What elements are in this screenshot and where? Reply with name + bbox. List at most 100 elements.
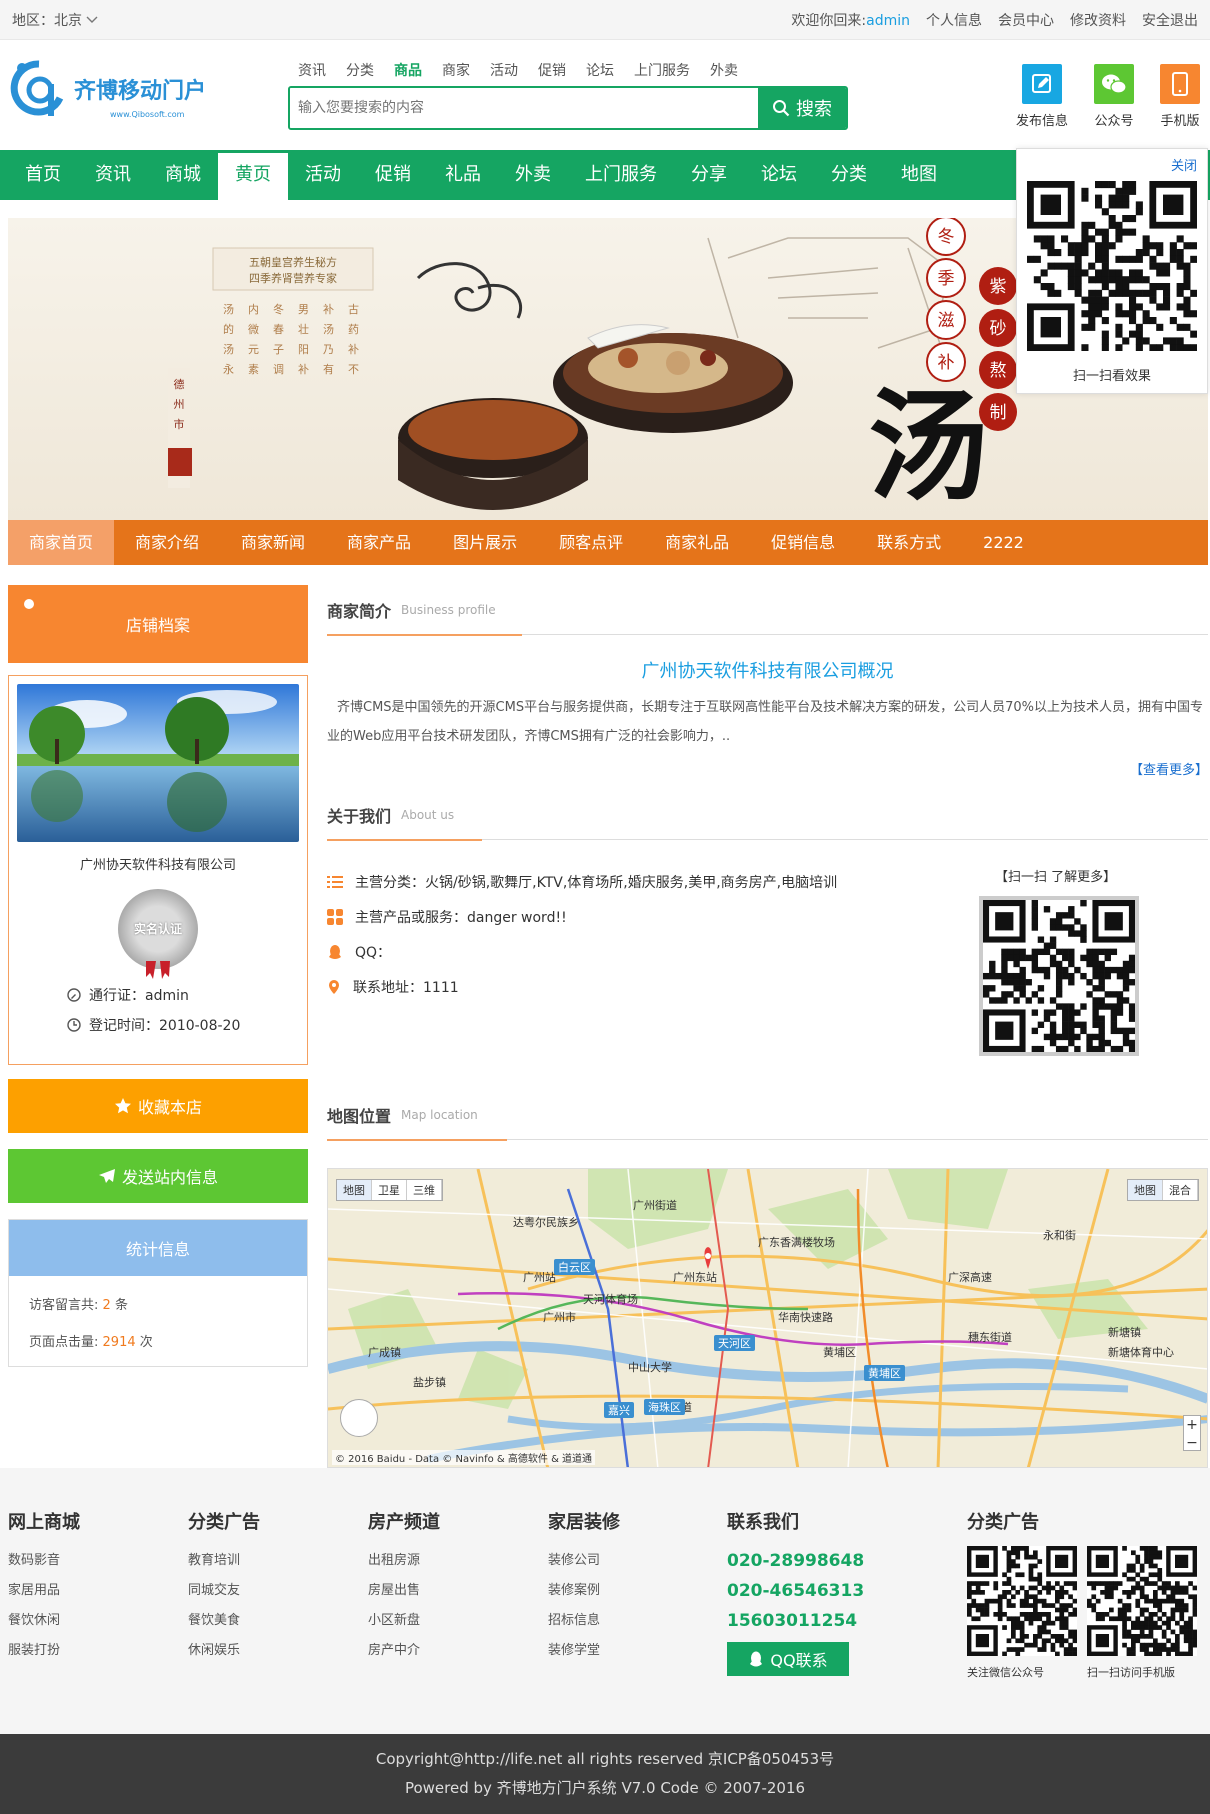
main-nav-item[interactable]: 资讯 bbox=[78, 150, 148, 200]
footer-link[interactable]: 休闲娱乐 bbox=[188, 1636, 260, 1666]
footer-link[interactable]: 房屋出售 bbox=[368, 1576, 440, 1606]
footer-link[interactable]: 小区新盘 bbox=[368, 1606, 440, 1636]
svg-text:汤: 汤 bbox=[223, 302, 234, 316]
search-category-tab[interactable]: 上门服务 bbox=[634, 60, 690, 82]
svg-text:补: 补 bbox=[298, 363, 309, 376]
grid-icon bbox=[327, 908, 343, 925]
member-center-link[interactable]: 会员中心 bbox=[998, 10, 1054, 30]
search-category-tab[interactable]: 分类 bbox=[346, 60, 374, 82]
search-input[interactable] bbox=[290, 88, 758, 128]
shop-nav-item[interactable]: 联系方式 bbox=[856, 520, 962, 565]
shop-nav-item[interactable]: 商家首页 bbox=[8, 520, 115, 565]
region-selector[interactable]: 地区：北京 bbox=[12, 10, 98, 30]
mobile-version-button[interactable]: 手机版 bbox=[1160, 64, 1200, 129]
footer-link[interactable]: 家居用品 bbox=[8, 1576, 80, 1606]
svg-text:乃: 乃 bbox=[323, 343, 334, 356]
qr-caption: 扫一扫看效果 bbox=[1072, 369, 1151, 384]
shop-nav-item[interactable]: 2222 bbox=[962, 520, 1045, 565]
search-category-tab[interactable]: 活动 bbox=[490, 60, 518, 82]
main-nav-item[interactable]: 商城 bbox=[148, 150, 218, 200]
qq-contact-button[interactable]: QQ联系 bbox=[727, 1642, 849, 1676]
username-link[interactable]: admin bbox=[866, 13, 910, 29]
main-nav-item[interactable]: 外卖 bbox=[498, 150, 568, 200]
wechat-button[interactable]: 公众号 bbox=[1094, 64, 1134, 129]
qr-close-link[interactable]: 关闭 bbox=[1171, 155, 1197, 174]
qr-code-image bbox=[1027, 181, 1197, 351]
main-nav-item[interactable]: 分类 bbox=[814, 150, 884, 200]
view-more-link[interactable]: 【查看更多】 bbox=[1130, 763, 1208, 778]
shop-nav-item[interactable]: 商家介绍 bbox=[114, 520, 220, 565]
search-category-tab[interactable]: 资讯 bbox=[298, 60, 326, 82]
footer-link[interactable]: 装修公司 bbox=[548, 1546, 620, 1576]
about-qr-code bbox=[983, 900, 1136, 1053]
shop-archive-button[interactable]: 店铺档案 bbox=[8, 585, 308, 663]
main-nav-item[interactable]: 礼品 bbox=[428, 150, 498, 200]
passport-row: 通行证：admin bbox=[17, 985, 299, 1005]
map-place-label: 永和街 bbox=[1043, 1229, 1076, 1242]
shop-nav-item[interactable]: 商家产品 bbox=[326, 520, 432, 565]
search-category-tab[interactable]: 促销 bbox=[538, 60, 566, 82]
map-place-label: 达粤尔民族乡 bbox=[513, 1216, 579, 1229]
footer-link[interactable]: 招标信息 bbox=[548, 1606, 620, 1636]
copyright-line-1: Copyright@http://life.net all rights res… bbox=[375, 1750, 835, 1768]
map-section-title: 地图位置 Map location bbox=[327, 1090, 1208, 1141]
publish-info-button[interactable]: 发布信息 bbox=[1016, 64, 1068, 129]
shop-profile-card: 广州协天软件科技有限公司 实名认证 通行证：admin 登记时间：2010-08… bbox=[8, 675, 308, 1065]
shop-nav-item[interactable]: 图片展示 bbox=[432, 520, 538, 565]
map-zoom-control[interactable]: + − bbox=[1183, 1415, 1201, 1451]
search-icon bbox=[773, 100, 790, 117]
main-nav-item[interactable]: 首页 bbox=[8, 150, 78, 200]
svg-text:制: 制 bbox=[990, 403, 1007, 423]
main-nav-item[interactable]: 论坛 bbox=[744, 150, 814, 200]
shop-nav-item[interactable]: 商家新闻 bbox=[220, 520, 326, 565]
footer-link[interactable]: 教育培训 bbox=[188, 1546, 260, 1576]
svg-text:冬: 冬 bbox=[273, 302, 284, 316]
shop-photo bbox=[17, 684, 299, 842]
map-pan-control[interactable] bbox=[340, 1399, 378, 1437]
main-nav-item[interactable]: 黄页 bbox=[218, 150, 288, 200]
map-district-label: 海珠区 bbox=[644, 1399, 685, 1415]
map-place-label: 广东香满楼牧场 bbox=[758, 1236, 835, 1249]
map-type-control-right[interactable]: 地图 混合 bbox=[1127, 1179, 1199, 1201]
search-category-tab[interactable]: 商家 bbox=[442, 60, 470, 82]
shop-nav-item[interactable]: 促销信息 bbox=[750, 520, 856, 565]
logout-link[interactable]: 安全退出 bbox=[1142, 10, 1198, 30]
footer-link[interactable]: 装修学堂 bbox=[548, 1636, 620, 1666]
main-nav-item[interactable]: 地图 bbox=[884, 150, 954, 200]
search-category-tab[interactable]: 论坛 bbox=[586, 60, 614, 82]
location-map[interactable]: 地图 卫星 三维 地图 混合 广州市 广州站 广州东站 天河体育场 达粤尔民族乡 广州街道 广东香… bbox=[327, 1168, 1208, 1468]
passport-icon bbox=[67, 988, 81, 1002]
map-type-control-left[interactable]: 地图 卫星 三维 bbox=[336, 1179, 443, 1201]
mobile-qr-code bbox=[1087, 1546, 1198, 1657]
footer-link[interactable]: 出租房源 bbox=[368, 1546, 440, 1576]
svg-text:季: 季 bbox=[938, 269, 955, 289]
main-nav-item[interactable]: 分享 bbox=[674, 150, 744, 200]
phone-3: 15603011254 bbox=[727, 1611, 858, 1631]
shop-nav-item[interactable]: 商家礼品 bbox=[644, 520, 750, 565]
footer-link[interactable]: 同城交友 bbox=[188, 1576, 260, 1606]
search-button[interactable]: 搜索 bbox=[758, 88, 846, 128]
footer-link[interactable]: 服装打扮 bbox=[8, 1636, 80, 1666]
send-message-button[interactable]: 发送站内信息 bbox=[8, 1149, 308, 1203]
list-icon bbox=[327, 875, 343, 888]
footer-link[interactable]: 餐饮美食 bbox=[188, 1606, 260, 1636]
main-nav-item[interactable]: 上门服务 bbox=[568, 150, 674, 200]
intro-section-title: 商家简介 Business profile bbox=[327, 585, 1208, 636]
favorite-shop-button[interactable]: 收藏本店 bbox=[8, 1079, 308, 1133]
shop-nav-item[interactable]: 顾客点评 bbox=[538, 520, 644, 565]
personal-info-link[interactable]: 个人信息 bbox=[926, 10, 982, 30]
edit-profile-link[interactable]: 修改资料 bbox=[1070, 10, 1126, 30]
footer-link[interactable]: 餐饮休闲 bbox=[8, 1606, 80, 1636]
footer-qr: 分类广告 关注微信公众号 扫一扫访问手机版 bbox=[967, 1508, 1198, 1680]
footer-link[interactable]: 装修案例 bbox=[548, 1576, 620, 1606]
footer-link[interactable]: 房产中介 bbox=[368, 1636, 440, 1666]
site-logo[interactable]: 齐博移动门户 www.Qibosoft.com bbox=[10, 58, 206, 120]
search-category-tab[interactable]: 商品 bbox=[394, 60, 422, 82]
search-category-tab[interactable]: 外卖 bbox=[710, 60, 738, 82]
qq-icon bbox=[329, 944, 341, 959]
main-nav-item[interactable]: 活动 bbox=[288, 150, 358, 200]
svg-text:内: 内 bbox=[248, 302, 259, 316]
main-nav-item[interactable]: 促销 bbox=[358, 150, 428, 200]
footer-link[interactable]: 数码影音 bbox=[8, 1546, 80, 1576]
svg-text:素: 素 bbox=[248, 363, 259, 376]
